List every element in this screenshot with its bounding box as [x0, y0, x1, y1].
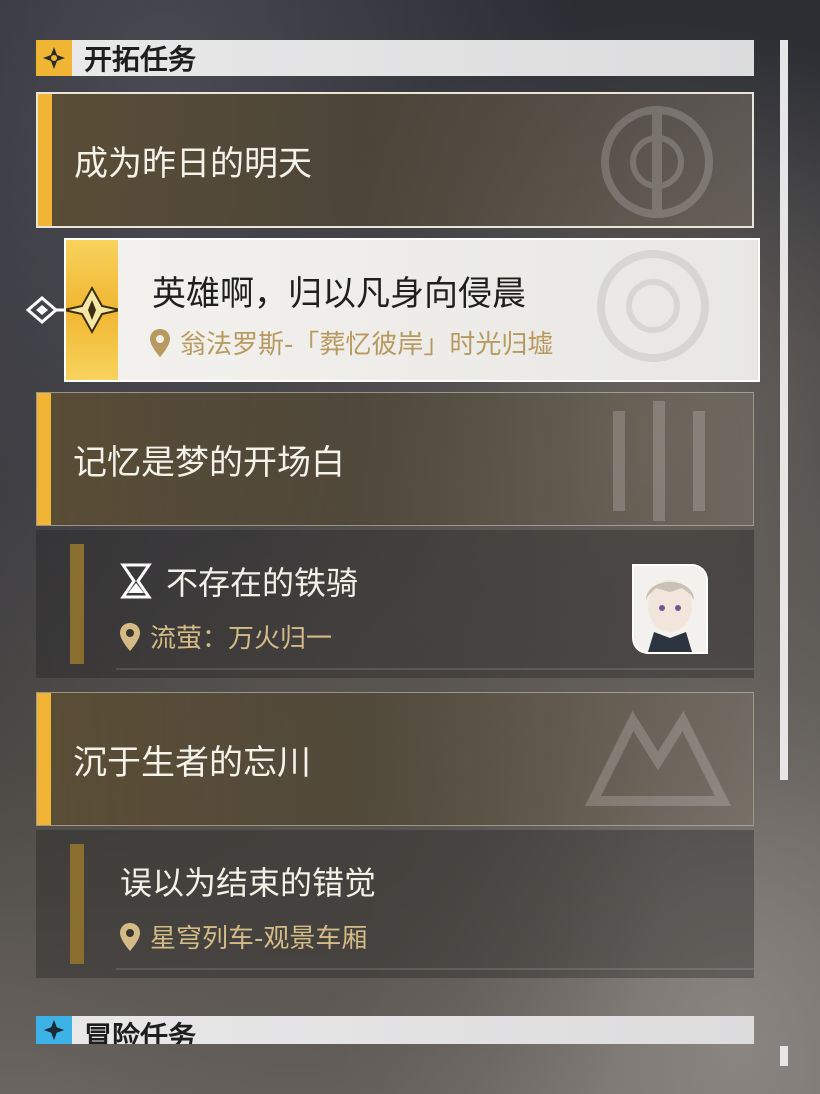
chapter-accent-bar [37, 393, 51, 525]
quest-gold-tab [63, 240, 121, 380]
character-avatar [634, 566, 706, 652]
section-header-trailblaze[interactable]: 开拓任务 [36, 40, 754, 76]
location-pin-icon [120, 622, 140, 651]
emblem-icon [584, 710, 732, 806]
emblem-icon [613, 401, 705, 521]
divider [116, 668, 754, 670]
quest-accent-bar [70, 844, 84, 964]
emblem-icon [597, 250, 709, 362]
quest-location: 流萤：万火归一 [120, 618, 332, 655]
location-pin-icon [150, 328, 170, 357]
quest-location: 翁法罗斯-「葬忆彼岸」时光归墟 [150, 324, 553, 361]
quest-title: 英雄啊，归以凡身向侵晨 [152, 274, 526, 314]
selection-pointer-icon [26, 296, 66, 324]
chapter-title: 记忆是梦的开场白 [73, 442, 345, 483]
chapter-title: 沉于生者的忘川 [73, 742, 311, 783]
chapter-item[interactable]: 记忆是梦的开场白 [36, 392, 754, 526]
quest-accent-bar [70, 544, 84, 664]
trailblaze-icon [36, 40, 72, 76]
quest-location-text: 流萤：万火归一 [150, 624, 333, 654]
scrollbar-track-end[interactable] [780, 1046, 788, 1066]
section-title: 冒险任务 [84, 1020, 197, 1044]
quest-location: 星穹列车-观景车厢 [120, 918, 367, 955]
chapter-title: 成为昨日的明天 [74, 143, 312, 184]
trailblaze-quest-icon [63, 285, 121, 335]
location-pin-icon [120, 922, 140, 951]
quest-title-row: 误以为结束的错觉 [120, 858, 376, 904]
chapter-accent-bar [37, 693, 51, 825]
quest-title: 不存在的铁骑 [166, 564, 359, 602]
chapter-item[interactable]: 沉于生者的忘川 [36, 692, 754, 826]
quest-location-text: 星穹列车-观景车厢 [150, 924, 368, 954]
quest-item[interactable]: 误以为结束的错觉 星穹列车-观景车厢 [36, 830, 754, 978]
chapter-accent-bar [38, 94, 52, 226]
scrollbar-thumb[interactable] [780, 40, 788, 780]
quest-item[interactable]: 不存在的铁骑 流萤：万火归一 [36, 530, 754, 678]
hourglass-icon [120, 563, 152, 599]
quest-title-row: 不存在的铁骑 [120, 558, 358, 604]
section-title: 开拓任务 [84, 43, 197, 76]
divider [116, 968, 754, 970]
quest-title: 误以为结束的错觉 [120, 864, 377, 902]
quest-item-selected[interactable]: 英雄啊，归以凡身向侵晨 翁法罗斯-「葬忆彼岸」时光归墟 [63, 240, 758, 380]
quest-location-text: 翁法罗斯-「葬忆彼岸」时光归墟 [180, 330, 554, 360]
chapter-item[interactable]: 成为昨日的明天 [36, 92, 754, 228]
section-header-adventure[interactable]: 冒险任务 [36, 1016, 754, 1044]
adventure-icon [36, 1016, 72, 1044]
emblem-icon [601, 106, 713, 218]
